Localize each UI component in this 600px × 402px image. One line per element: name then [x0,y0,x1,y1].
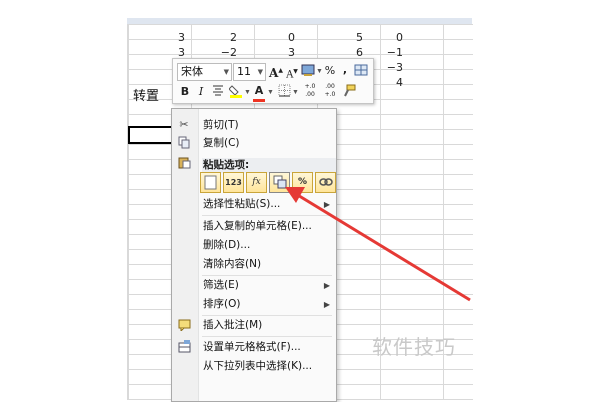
cell-r1-c2[interactable]: 2 [180,31,237,44]
submenu-arrow-icon: ▶ [323,300,330,309]
menu-item-cut[interactable]: 剪切(T) [203,116,331,134]
comma-style-button[interactable]: , [340,62,350,78]
menu-separator [202,336,332,337]
chevron-down-icon[interactable]: ▼ [316,68,323,75]
menu-item-sort[interactable]: 排序(O) [203,295,331,313]
font-name-value: 宋体 [181,65,203,78]
menu-separator [202,215,332,216]
scissors-icon: ✂ [179,119,189,131]
paste-default-button[interactable] [200,172,221,193]
fill-color-icon[interactable] [228,84,243,100]
submenu-arrow-icon: ▶ [323,200,330,209]
chevron-down-icon: ▼ [257,68,263,76]
menu-item-format-cells[interactable]: 设置单元格格式(F)... [203,338,331,356]
menu-item-delete[interactable]: 删除(D)... [203,236,331,254]
cell-r1-c5[interactable]: 0 [346,31,403,44]
format-painter-grid-icon[interactable] [354,63,368,79]
decrease-decimal-button[interactable]: .00 +.0 [321,83,339,99]
paste-options-header: 粘贴选项: [202,158,336,173]
paste-icon [177,156,191,170]
paste-formatting-button[interactable]: % [292,172,313,193]
chevron-down-icon[interactable]: ▼ [267,89,274,96]
font-size-box[interactable]: 11 ▼ [233,63,266,81]
submenu-arrow-icon: ▶ [323,281,330,290]
format-number-icon[interactable] [301,63,315,79]
chevron-down-icon[interactable]: ▼ [292,89,299,96]
watermark-text: 软件技巧 [372,335,456,359]
paste-values-button[interactable]: 123 [223,172,244,193]
font-color-button[interactable]: A [253,83,265,102]
borders-icon[interactable] [277,84,291,100]
context-menu: ✂ 剪切(T) 复制(C) 粘贴选项: 123 fx % 选择性粘贴(S)...… [171,108,337,402]
comment-icon [177,319,191,333]
transpose-label[interactable]: 转置 [133,85,159,104]
font-name-box[interactable]: 宋体 ▼ [177,63,232,81]
paste-link-button[interactable] [315,172,336,193]
paste-formulas-button[interactable]: fx [246,172,267,193]
chevron-down-icon[interactable]: ▼ [244,89,251,96]
menu-item-insert-copied-cells[interactable]: 插入复制的单元格(E)... [203,217,331,235]
shrink-font-button[interactable]: A▼ [285,64,299,80]
menu-item-pick-from-list[interactable]: 从下拉列表中选择(K)... [203,357,331,375]
grow-font-button[interactable]: A▲ [269,63,283,80]
menu-icon-gutter [172,109,199,401]
chevron-down-icon: ▼ [223,68,229,76]
copy-icon [177,136,191,150]
menu-item-insert-comment[interactable]: 插入批注(M) [203,316,331,334]
menu-item-filter[interactable]: 筛选(E) [203,276,331,294]
menu-item-clear-contents[interactable]: 清除内容(N) [203,255,331,273]
italic-button[interactable]: I [195,84,207,100]
paste-transpose-button[interactable] [269,172,290,193]
cell-r1-c1[interactable]: 3 [128,31,185,44]
format-cells-icon [177,340,191,354]
percent-style-button[interactable]: % [324,63,336,79]
bold-button[interactable]: B [178,84,192,100]
format-painter-icon[interactable] [341,84,357,100]
increase-decimal-button[interactable]: +.0 .00 [301,83,319,99]
menu-item-paste-special[interactable]: 选择性粘贴(S)... [203,195,331,213]
cell-r1-c3[interactable]: 0 [238,31,295,44]
font-size-value: 11 [237,65,251,78]
center-align-icon[interactable] [211,84,225,100]
mini-toolbar: 宋体 ▼ 11 ▼ A▲ A▼ ▼ % , B I ▼ A ▼ ▼ +.0 .0… [172,58,374,104]
menu-item-copy[interactable]: 复制(C) [203,134,331,152]
